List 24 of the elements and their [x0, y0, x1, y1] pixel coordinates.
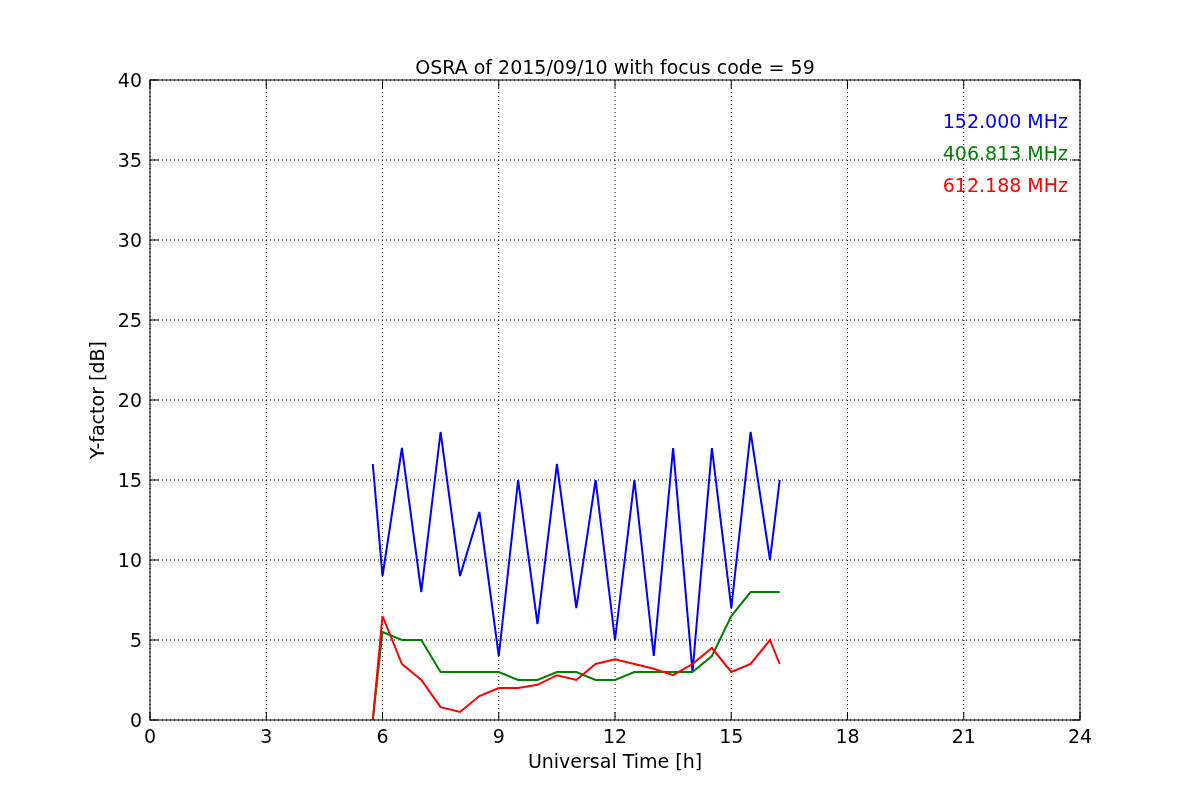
legend-label: 406.813 MHz	[942, 142, 1068, 164]
tick-label: 5	[129, 629, 142, 651]
tick-label: 10	[117, 549, 142, 571]
tick-label: 0	[143, 725, 157, 747]
legend-label: 152.000 MHz	[942, 110, 1068, 132]
tick-label: 15	[117, 469, 142, 491]
legend-label: 612.188 MHz	[942, 174, 1068, 196]
axis-title: Universal Time [h]	[527, 750, 703, 772]
tick-label: 21	[951, 725, 976, 747]
chart-title: OSRA of 2015/09/10 with focus code = 59	[415, 56, 815, 78]
axis-title: Y-factor [dB]	[86, 341, 108, 459]
tick-label: 6	[376, 725, 389, 747]
tick-label: 0	[129, 709, 142, 731]
tick-label: 3	[260, 725, 273, 747]
tick-label: 15	[719, 725, 744, 747]
tick-label: 35	[117, 149, 142, 171]
tick-label: 40	[117, 69, 142, 91]
tick-label: 24	[1067, 725, 1093, 747]
tick-label: 12	[602, 725, 628, 747]
tick-label: 20	[117, 389, 142, 411]
tick-label: 9	[492, 725, 505, 747]
tick-label: 18	[835, 725, 860, 747]
tick-label: 25	[117, 309, 142, 331]
tick-label: 30	[117, 229, 142, 251]
